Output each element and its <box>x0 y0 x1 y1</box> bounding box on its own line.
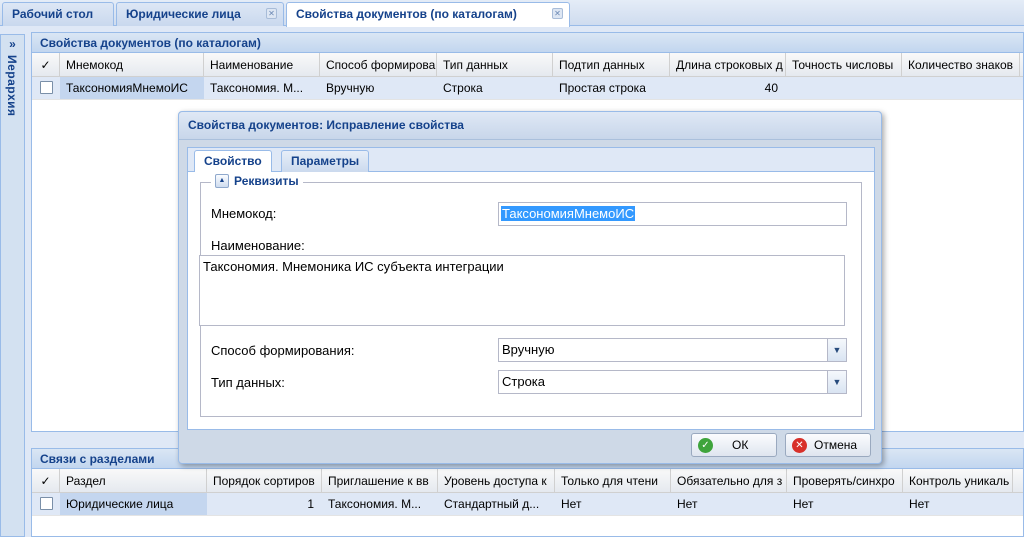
tab-legal-entities[interactable]: Юридические лица ✕ <box>116 2 284 26</box>
name-label: Наименование: <box>211 238 305 253</box>
collapse-up-icon[interactable]: ▲ <box>215 174 229 188</box>
column-header[interactable]: Проверять/синхро <box>787 469 903 492</box>
tab-desktop-label: Рабочий стол <box>12 7 94 21</box>
chevron-down-icon[interactable]: ▼ <box>827 370 847 394</box>
cancel-button[interactable]: ✕ Отмена <box>785 433 871 457</box>
hierarchy-collapsed-panel[interactable]: » Иерархия <box>0 34 25 537</box>
mnemocode-value: ТаксономияМнемоИС <box>501 206 636 221</box>
column-header[interactable]: Только для чтени <box>555 469 671 492</box>
check-circle-icon: ✓ <box>698 438 713 453</box>
select-all-checkbox[interactable]: ✓ <box>32 469 60 492</box>
tab-property[interactable]: Свойство <box>194 150 272 173</box>
requisites-fieldset: ▲ Реквизиты Мнемокод: ТаксономияМнемоИС … <box>199 174 862 417</box>
row-checkbox[interactable] <box>32 493 60 515</box>
column-header[interactable]: Контроль уникаль <box>903 469 1013 492</box>
cell-order[interactable]: 1 <box>207 493 322 515</box>
method-value: Вручную <box>502 342 555 357</box>
cell-readonly[interactable]: Нет <box>555 493 671 515</box>
column-header[interactable]: Тип данных <box>437 53 553 76</box>
dialog-tab-content: ▲ Реквизиты Мнемокод: ТаксономияМнемоИС … <box>188 172 874 429</box>
column-header[interactable]: Длина строковых д <box>670 53 786 76</box>
chevron-down-icon[interactable]: ▼ <box>827 338 847 362</box>
cell-prompt[interactable]: Таксономия. М... <box>322 493 438 515</box>
fieldset-legend: ▲ Реквизиты <box>211 174 303 188</box>
column-header[interactable]: Наименование <box>204 53 320 76</box>
column-header[interactable]: Порядок сортиров <box>207 469 322 492</box>
hierarchy-title: Иерархия <box>5 55 19 117</box>
tab-parameters[interactable]: Параметры <box>281 150 370 172</box>
links-grid-header: ✓ Раздел Порядок сортиров Приглашение к … <box>32 469 1023 493</box>
properties-grid-header: ✓ Мнемокод Наименование Способ формирова… <box>32 53 1023 77</box>
dialog-title[interactable]: Свойства документов: Исправление свойств… <box>179 112 881 140</box>
cancel-button-label: Отмена <box>814 438 858 452</box>
ok-button-label: ОК <box>732 438 749 452</box>
main-tab-bar: Рабочий стол Юридические лица ✕ Свойства… <box>0 0 1024 27</box>
column-header[interactable]: Раздел <box>60 469 207 492</box>
close-circle-icon: ✕ <box>792 438 807 453</box>
tab-property-label: Свойство <box>204 154 262 168</box>
tab-document-properties[interactable]: Свойства документов (по каталогам) ✕ <box>286 2 570 27</box>
properties-panel-title: Свойства документов (по каталогам) <box>32 33 1023 53</box>
method-label: Способ формирования: <box>211 343 355 358</box>
cell-precision[interactable] <box>786 77 902 99</box>
close-icon[interactable]: ✕ <box>266 8 277 19</box>
tab-desktop[interactable]: Рабочий стол <box>2 2 114 26</box>
select-all-checkbox[interactable]: ✓ <box>32 53 60 76</box>
fieldset-title: Реквизиты <box>234 174 299 188</box>
cell-data-type[interactable]: Строка <box>437 77 553 99</box>
table-row[interactable]: ТаксономияМнемоИС Таксономия. М... Вручн… <box>32 77 1023 100</box>
column-header[interactable]: Количество знаков <box>902 53 1020 76</box>
cell-access[interactable]: Стандартный д... <box>438 493 555 515</box>
cell-method[interactable]: Вручную <box>320 77 437 99</box>
column-header[interactable]: Мнемокод <box>60 53 204 76</box>
edit-property-dialog: Свойства документов: Исправление свойств… <box>178 111 882 464</box>
cell-required[interactable]: Нет <box>671 493 787 515</box>
tab-legal-entities-label: Юридические лица <box>126 7 241 21</box>
column-header[interactable]: Обязательно для з <box>671 469 787 492</box>
cell-mnemocode[interactable]: ТаксономияМнемоИС <box>60 77 204 99</box>
method-select[interactable]: Вручную ▼ <box>498 338 847 362</box>
dialog-body: Свойство Параметры ▲ Реквизиты Мнемокод:… <box>187 147 875 430</box>
cell-check[interactable]: Нет <box>787 493 903 515</box>
expand-icon[interactable]: » <box>6 38 19 51</box>
ok-button[interactable]: ✓ ОК <box>691 433 777 457</box>
column-header[interactable]: Приглашение к вв <box>322 469 438 492</box>
close-icon[interactable]: ✕ <box>552 8 563 19</box>
datatype-select[interactable]: Строка ▼ <box>498 370 847 394</box>
cell-section[interactable]: Юридические лица <box>60 493 207 515</box>
datatype-label: Тип данных: <box>211 375 285 390</box>
cell-unique[interactable]: Нет <box>903 493 1013 515</box>
cell-name[interactable]: Таксономия. М... <box>204 77 320 99</box>
column-header[interactable]: Уровень доступа к <box>438 469 555 492</box>
cell-length[interactable]: 40 <box>670 77 786 99</box>
column-header[interactable]: Подтип данных <box>553 53 670 76</box>
tab-parameters-label: Параметры <box>291 154 360 168</box>
column-header[interactable]: Точность числовы <box>786 53 902 76</box>
datatype-value: Строка <box>502 374 546 389</box>
cell-digits[interactable] <box>902 77 1020 99</box>
table-row[interactable]: Юридические лица 1 Таксономия. М... Стан… <box>32 493 1023 516</box>
column-header[interactable]: Способ формирова <box>320 53 437 76</box>
tab-document-properties-label: Свойства документов (по каталогам) <box>296 7 517 21</box>
cell-subtype[interactable]: Простая строка <box>553 77 670 99</box>
name-textarea[interactable]: Таксономия. Мнемоника ИС субъекта интегр… <box>199 255 845 326</box>
mnemocode-field[interactable]: ТаксономияМнемоИС <box>498 202 847 226</box>
row-checkbox[interactable] <box>32 77 60 99</box>
dialog-tab-bar: Свойство Параметры <box>188 148 874 173</box>
mnemocode-label: Мнемокод: <box>211 206 277 221</box>
